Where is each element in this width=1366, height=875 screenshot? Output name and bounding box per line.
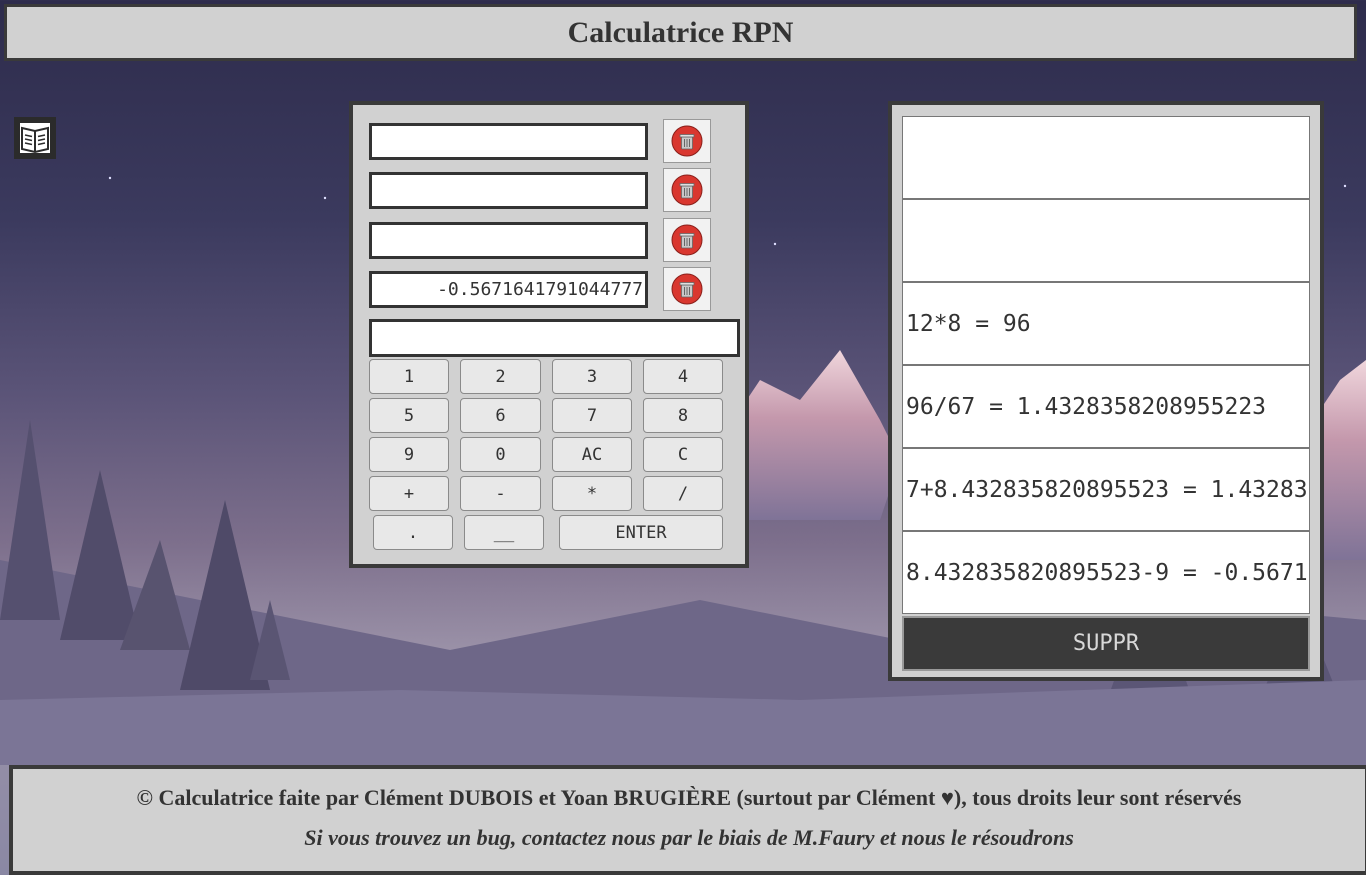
key-3[interactable]: 3 <box>552 359 632 394</box>
key-multiply[interactable]: * <box>552 476 632 511</box>
page-header: Calculatrice RPN <box>4 4 1357 61</box>
history-row: 8.432835820895523-9 = -0.567164179104477… <box>902 531 1310 614</box>
calculator-panel: -0.5671641791044777 1 2 3 4 5 6 7 8 9 0 … <box>349 101 749 568</box>
history-row: 96/67 = 1.4328358208955223 <box>902 365 1310 448</box>
key-all-clear[interactable]: AC <box>552 437 632 472</box>
clear-stack-1-button[interactable] <box>663 267 711 311</box>
key-9[interactable]: 9 <box>369 437 449 472</box>
key-decimal-point[interactable]: . <box>373 515 453 550</box>
history-panel: 12*8 = 96 96/67 = 1.4328358208955223 7+8… <box>888 101 1324 681</box>
stack-field-3[interactable] <box>369 172 648 209</box>
trash-icon <box>671 224 703 256</box>
trash-icon <box>671 125 703 157</box>
clear-stack-2-button[interactable] <box>663 218 711 262</box>
clear-stack-3-button[interactable] <box>663 168 711 212</box>
key-0[interactable]: 0 <box>460 437 541 472</box>
key-7[interactable]: 7 <box>552 398 632 433</box>
stack-field-1[interactable]: -0.5671641791044777 <box>369 271 648 308</box>
trash-icon <box>671 174 703 206</box>
key-clear[interactable]: C <box>643 437 723 472</box>
history-row: 12*8 = 96 <box>902 282 1310 365</box>
key-2[interactable]: 2 <box>460 359 541 394</box>
key-space[interactable]: __ <box>464 515 544 550</box>
key-1[interactable]: 1 <box>369 359 449 394</box>
menu-book-icon[interactable] <box>14 117 56 159</box>
suppr-history-button[interactable]: SUPPR <box>902 616 1310 671</box>
key-8[interactable]: 8 <box>643 398 723 433</box>
trash-icon <box>671 273 703 305</box>
entry-input[interactable] <box>369 319 740 357</box>
clear-stack-4-button[interactable] <box>663 119 711 163</box>
stack-field-4[interactable] <box>369 123 648 160</box>
footer-credit: © Calculatrice faite par Clément DUBOIS … <box>136 785 1242 810</box>
key-minus[interactable]: - <box>460 476 541 511</box>
key-divide[interactable]: / <box>643 476 723 511</box>
history-row <box>902 199 1310 282</box>
stack-field-2[interactable] <box>369 222 648 259</box>
key-6[interactable]: 6 <box>460 398 541 433</box>
key-plus[interactable]: + <box>369 476 449 511</box>
history-row <box>902 116 1310 199</box>
history-row: 7+8.432835820895523 = 1.4328358208955223 <box>902 448 1310 531</box>
key-5[interactable]: 5 <box>369 398 449 433</box>
page-footer: © Calculatrice faite par Clément DUBOIS … <box>9 765 1366 875</box>
key-4[interactable]: 4 <box>643 359 723 394</box>
footer-bug-note: Si vous trouvez un bug, contactez nous p… <box>304 825 1074 850</box>
key-enter[interactable]: ENTER <box>559 515 723 550</box>
page-title: Calculatrice RPN <box>567 15 794 49</box>
